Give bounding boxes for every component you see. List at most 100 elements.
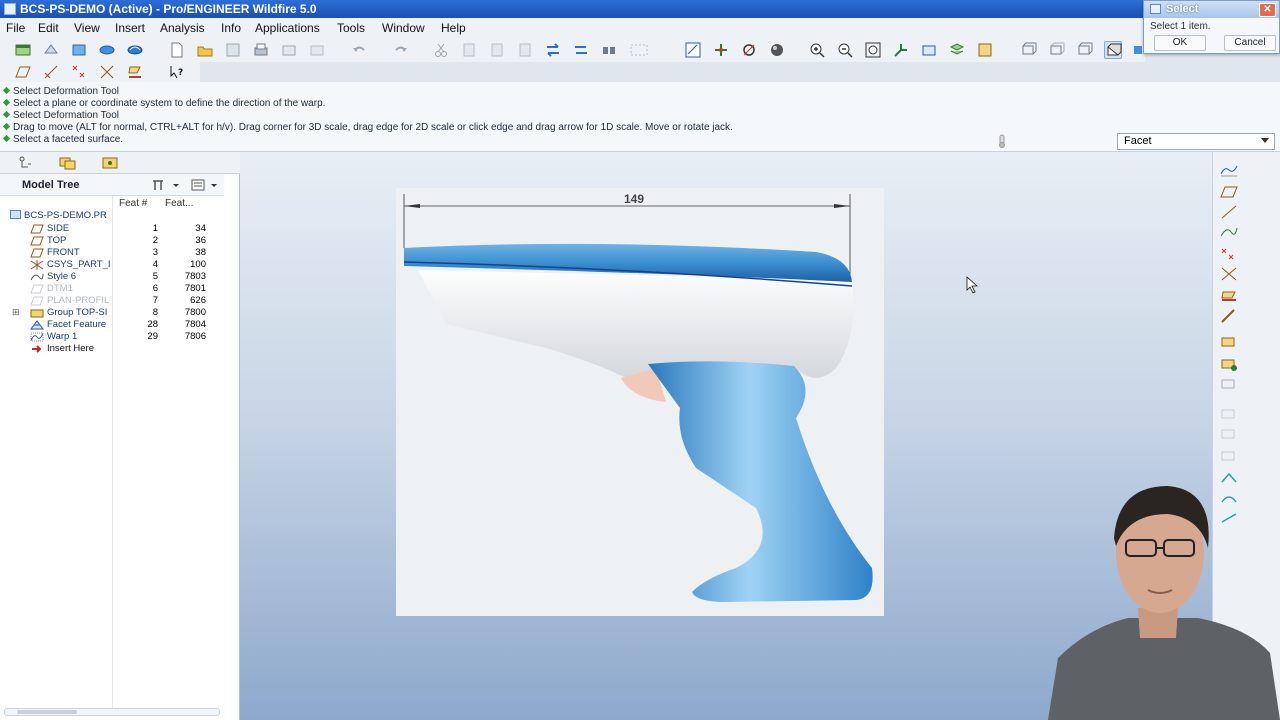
open-icon[interactable] [196,41,214,59]
copy-icon[interactable] [308,41,326,59]
tree-row[interactable]: PLAN-PROFIL 7 626 [0,295,224,307]
ok-button[interactable]: OK [1154,35,1206,51]
tree-root-part[interactable]: BCS-PS-DEMO.PR [10,210,107,221]
menu-tools[interactable]: Tools [337,21,365,35]
datum-plane-tool-icon[interactable] [14,63,32,81]
view-manager-icon[interactable] [976,41,994,59]
cut-icon[interactable] [432,41,450,59]
tree-row[interactable]: Insert Here [0,343,224,355]
shading-icon[interactable] [1104,41,1122,59]
refit-icon[interactable] [864,41,882,59]
menu-help[interactable]: Help [441,21,466,35]
paste-special2-icon[interactable] [516,41,534,59]
cancel-button[interactable]: Cancel [1224,35,1276,51]
display-icon[interactable] [126,41,144,59]
menu-analysis[interactable]: Analysis [160,21,205,35]
find-icon[interactable] [600,41,618,59]
menu-edit[interactable]: Edit [38,21,59,35]
hidden-line-icon[interactable] [1048,41,1066,59]
layers-icon[interactable] [948,41,966,59]
thermometer-icon[interactable] [996,134,1008,148]
orient-icon[interactable] [740,41,758,59]
csys-tool-icon[interactable] [98,63,116,81]
select-dialog-titlebar[interactable]: Select ✕ [1144,1,1279,18]
selection-filter-dropdown[interactable]: Facet [1117,133,1275,150]
zoom-out-icon[interactable] [836,41,854,59]
paste-special-icon[interactable] [488,41,506,59]
csys-tool-icon[interactable] [1219,266,1239,282]
tree-row-id: 7801 [184,283,206,294]
tree-row[interactable]: CSYS_PART_I 4 100 [0,259,224,271]
extrude-tool-icon[interactable] [1219,334,1239,350]
regen-manager-icon[interactable] [572,41,590,59]
annotation-icon[interactable] [70,41,88,59]
save-icon[interactable] [224,41,242,59]
tree-row[interactable]: Warp 1 29 7806 [0,331,224,343]
tree-row[interactable]: Style 6 5 7803 [0,271,224,283]
column-header-feat-id[interactable]: Feat... [165,198,193,209]
hole-tool-icon[interactable] [1219,406,1239,422]
tree-row[interactable]: TOP 2 36 [0,235,224,247]
plane-tool-icon[interactable] [1219,184,1239,200]
scrollbar-thumb[interactable] [17,710,77,714]
column-header-feat-num[interactable]: Feat # [119,198,147,209]
tree-row-name: Facet Feature [47,319,107,330]
datum-point-tool-icon[interactable] [70,63,88,81]
favorites-tab-icon[interactable] [100,155,120,171]
sketch-tool-icon[interactable] [126,63,144,81]
select-box-icon[interactable] [628,41,658,59]
axis-tool-icon[interactable] [1219,204,1239,220]
window-icon[interactable] [14,41,32,59]
undo-icon[interactable] [350,41,368,59]
close-icon[interactable]: ✕ [1259,3,1276,17]
dims-icon[interactable] [42,41,60,59]
zoom-in-icon[interactable] [808,41,826,59]
repaint-icon[interactable] [684,41,702,59]
tree-row[interactable]: Facet Feature 28 7804 [0,319,224,331]
show-menu-icon[interactable] [190,178,222,192]
shade-icon[interactable] [98,41,116,59]
point-tool-icon[interactable] [1219,246,1239,262]
scanner-model[interactable]: 149 [396,188,884,616]
tree-row-name: FRONT [47,247,80,258]
saved-views-icon[interactable] [920,41,938,59]
context-help-icon[interactable]: ? [168,63,186,81]
enhanced-realism-icon[interactable] [1132,41,1142,59]
reorient-icon[interactable] [892,41,910,59]
expand-icon[interactable]: ⊞ [12,307,20,318]
tree-row-num: 3 [152,247,158,258]
tree-settings-icon[interactable] [150,178,182,192]
tree-row[interactable]: SIDE 1 34 [0,223,224,235]
send-icon[interactable] [280,41,298,59]
new-icon[interactable] [168,41,186,59]
tree-row[interactable]: ⊞ Group TOP-SI 8 7800 [0,307,224,319]
menu-applications[interactable]: Applications [255,21,320,35]
revolve-tool-icon[interactable] [1219,356,1239,372]
print-icon[interactable] [252,41,270,59]
menu-file[interactable]: File [6,21,25,35]
rib-tool-icon[interactable] [1219,448,1239,464]
folder-browser-tab-icon[interactable] [58,155,78,171]
redo-icon[interactable] [392,41,410,59]
sketch-tool-icon[interactable] [1219,288,1239,304]
datum-display-icon[interactable] [1219,162,1239,178]
menu-insert[interactable]: Insert [115,21,145,35]
curve-tool-icon[interactable] [1219,224,1239,240]
tree-row[interactable]: DTM1 6 7801 [0,283,224,295]
menu-window[interactable]: Window [382,21,425,35]
spin-center-icon[interactable] [712,41,730,59]
datum-axis-tool-icon[interactable] [42,63,60,81]
pen-tool-icon[interactable] [1219,308,1239,324]
regen-icon[interactable] [544,41,562,59]
no-hidden-icon[interactable] [1076,41,1094,59]
navigator-scrollbar[interactable] [4,708,220,716]
menu-info[interactable]: Info [221,21,241,35]
tree-row[interactable]: FRONT 3 38 [0,247,224,259]
appearance-icon[interactable] [768,41,786,59]
menu-view[interactable]: View [74,21,100,35]
wireframe-icon[interactable] [1020,41,1038,59]
model-tree-tab-icon[interactable] [16,155,36,171]
sweep-tool-icon[interactable] [1219,376,1239,392]
shell-tool-icon[interactable] [1219,426,1239,442]
paste-icon[interactable] [460,41,478,59]
